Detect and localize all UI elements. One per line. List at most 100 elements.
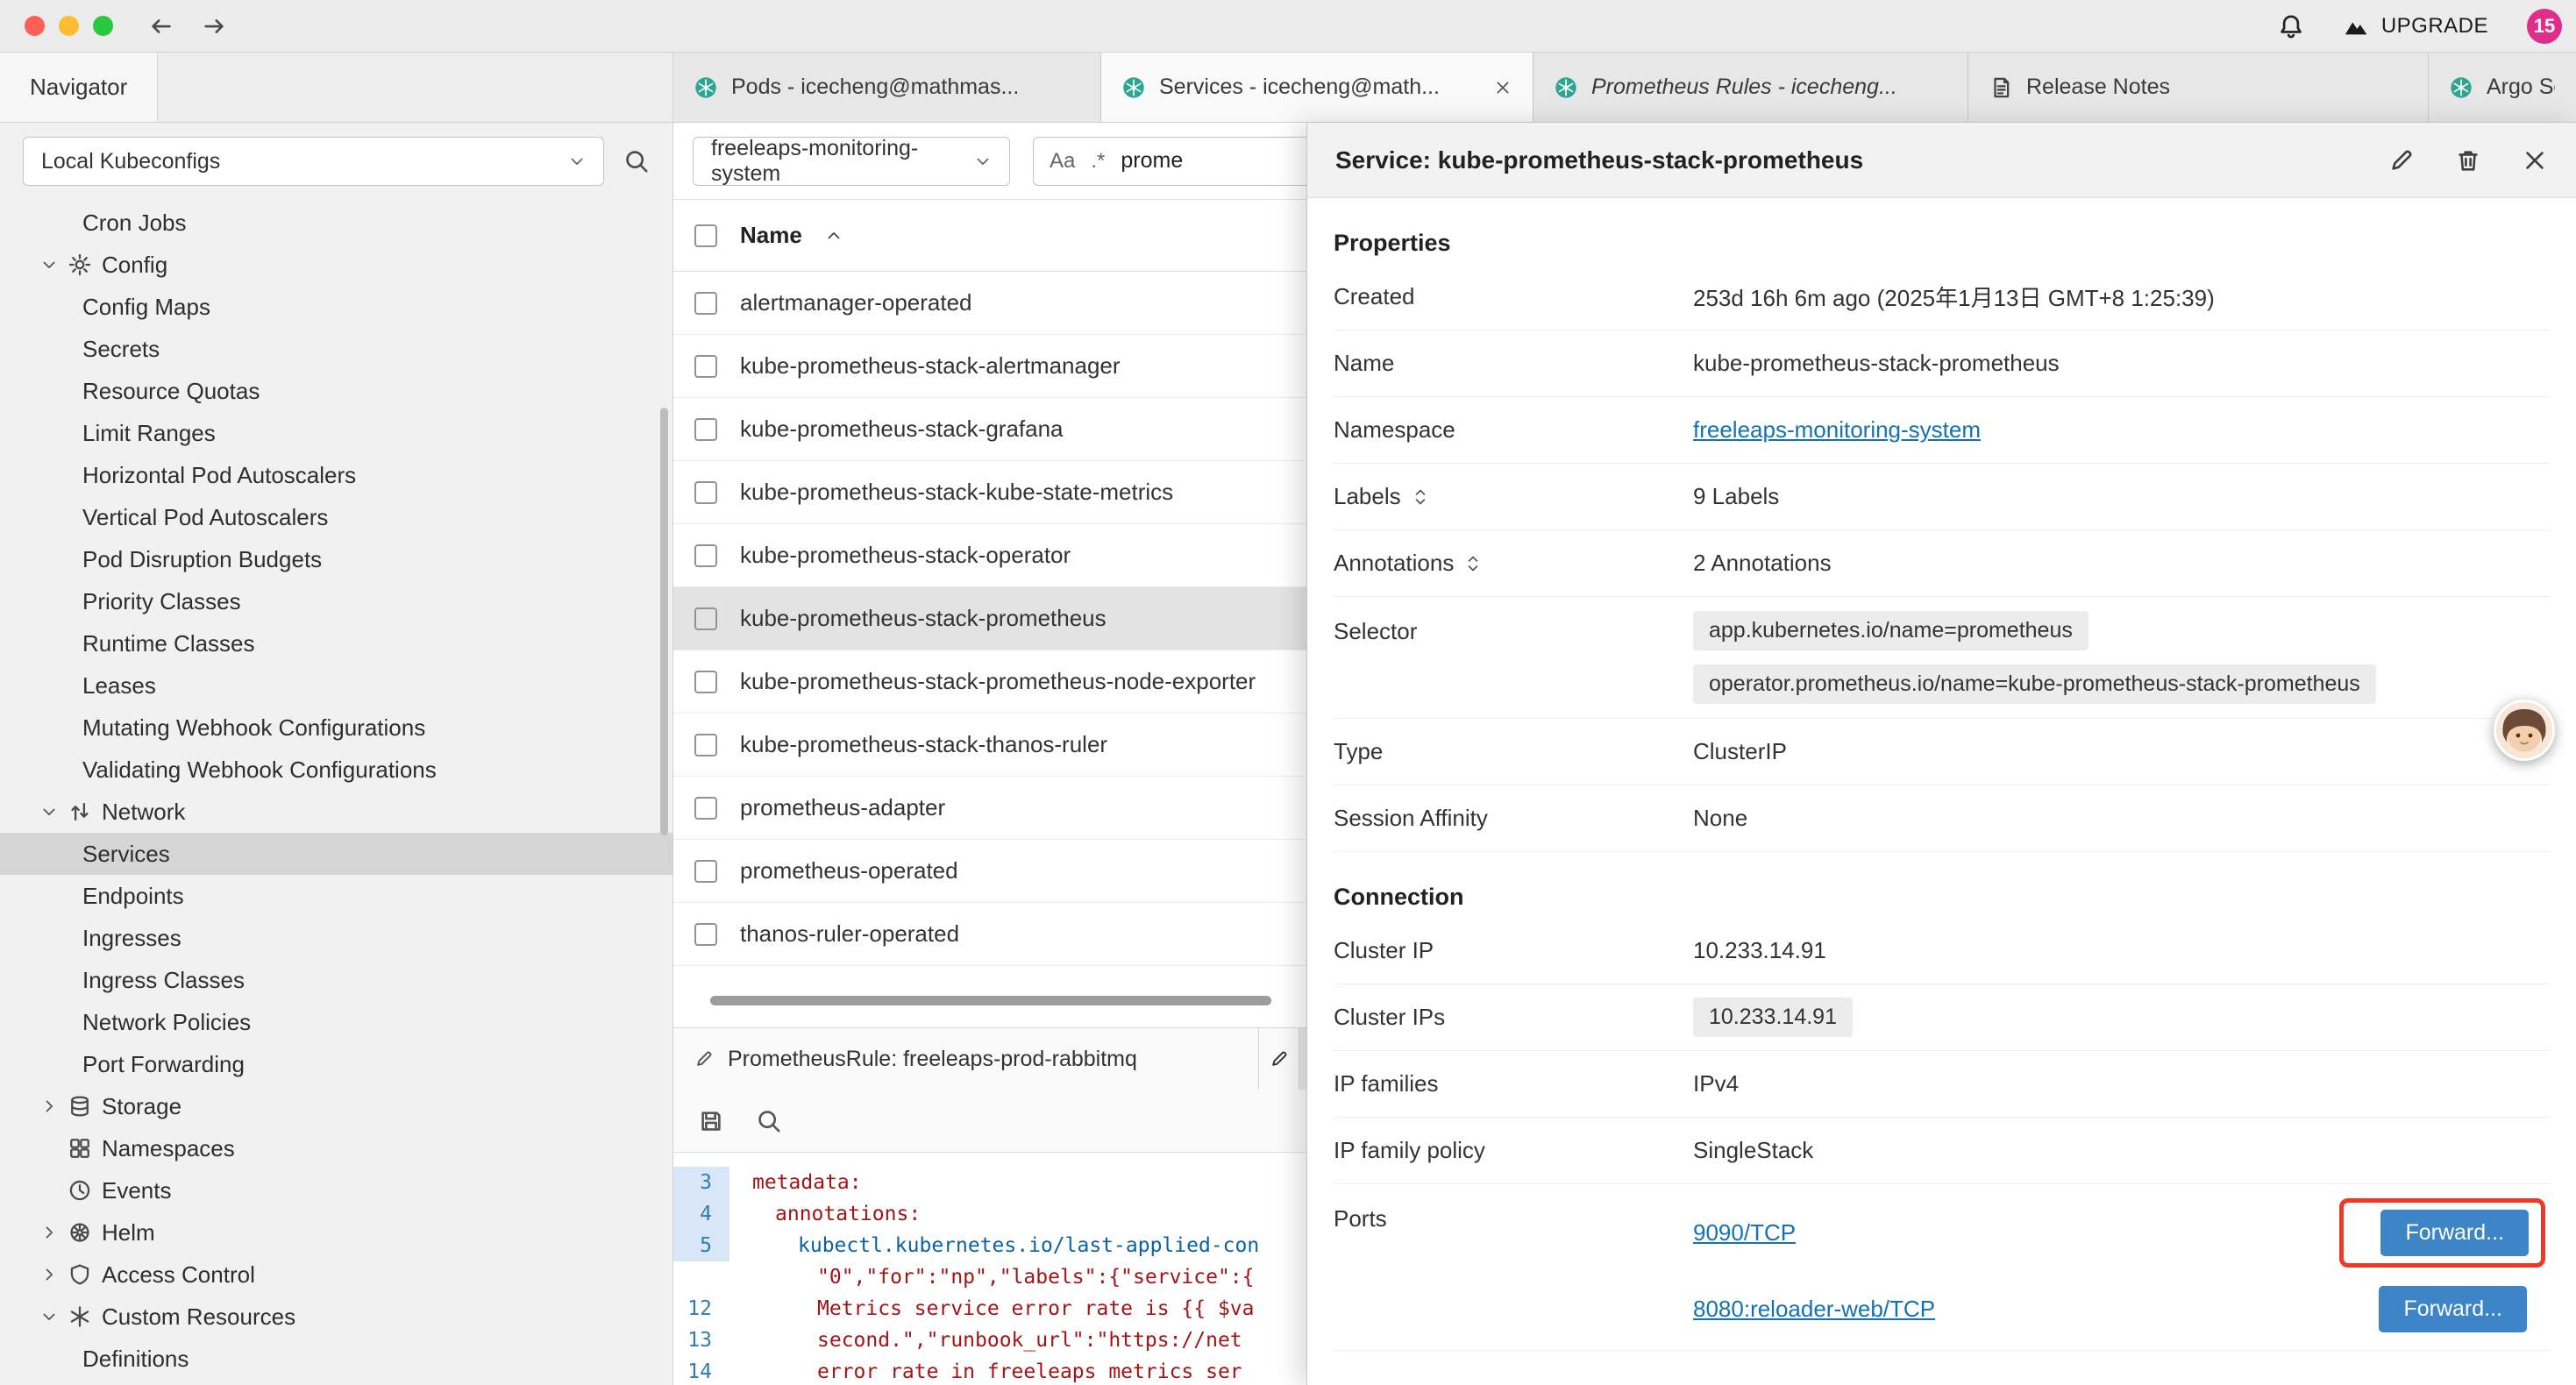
dock-tab-prometheusrule[interactable]: PrometheusRule: freeleaps-prod-rabbitmq [673, 1028, 1259, 1090]
drawer-row-value-text: 10.233.14.91 [1693, 937, 1826, 964]
sidebar-item-leases[interactable]: Leases [0, 664, 672, 707]
sidebar-item-config-maps[interactable]: Config Maps [0, 286, 672, 328]
sidebar-item-mutating-webhook-configurations[interactable]: Mutating Webhook Configurations [0, 707, 672, 749]
sort-toggle-icon[interactable] [1464, 555, 1482, 572]
drawer-body: PropertiesCreated253d 16h 6m ago (2025年1… [1307, 198, 2576, 1385]
sidebar-item-storage[interactable]: Storage [0, 1085, 672, 1127]
row-checkbox[interactable] [694, 734, 717, 756]
row-checkbox[interactable] [694, 860, 717, 883]
drawer-title: Service: kube-prometheus-stack-prometheu… [1335, 146, 2348, 174]
sidebar-item-resource-quotas[interactable]: Resource Quotas [0, 370, 672, 412]
sidebar-item-network-policies[interactable]: Network Policies [0, 1001, 672, 1043]
sidebar-item-endpoints[interactable]: Endpoints [0, 875, 672, 917]
window-zoom-button[interactable] [93, 16, 113, 36]
kubeconfig-selector[interactable]: Local Kubeconfigs [23, 137, 604, 186]
sidebar-item-horizontal-pod-autoscalers[interactable]: Horizontal Pod Autoscalers [0, 454, 672, 496]
regex-toggle[interactable]: .* [1091, 149, 1105, 174]
editor-search-icon[interactable] [756, 1108, 782, 1134]
chevron-right-icon[interactable] [40, 1266, 58, 1283]
chevron-down-icon[interactable] [40, 803, 58, 820]
sidebar-item-label: Helm [102, 1219, 155, 1246]
tab-pods-icecheng-mathmas[interactable]: Pods - icecheng@mathmas... [673, 53, 1101, 122]
back-button[interactable] [148, 13, 174, 39]
sidebar-item-network[interactable]: Network [0, 791, 672, 833]
notification-count-badge[interactable]: 15 [2527, 9, 2562, 44]
sidebar-item-namespaces[interactable]: Namespaces [0, 1127, 672, 1169]
dock-tab-partial[interactable] [1259, 1028, 1299, 1090]
row-checkbox[interactable] [694, 607, 717, 630]
forward-button[interactable]: Forward... [2379, 1286, 2527, 1332]
sidebar-scrollbar[interactable] [660, 408, 668, 835]
sidebar-item-ingresses[interactable]: Ingresses [0, 917, 672, 959]
row-checkbox[interactable] [694, 797, 717, 820]
cluster-icon [1122, 76, 1145, 99]
sidebar-item-events[interactable]: Events [0, 1169, 672, 1211]
sidebar-item-port-forwarding[interactable]: Port Forwarding [0, 1043, 672, 1085]
sidebar-item-validating-webhook-configurations[interactable]: Validating Webhook Configurations [0, 749, 672, 791]
row-checkbox[interactable] [694, 418, 717, 441]
service-name: kube-prometheus-stack-alertmanager [740, 352, 1121, 380]
horizontal-scrollbar[interactable] [710, 996, 1271, 1005]
tab-argo-se[interactable]: Argo Se [2429, 53, 2576, 122]
chevron-right-icon[interactable] [40, 1097, 58, 1115]
namespace-link[interactable]: freeleaps-monitoring-system [1693, 416, 1981, 444]
save-icon[interactable] [698, 1108, 724, 1134]
sidebar-item-secrets[interactable]: Secrets [0, 328, 672, 370]
sidebar-item-access-control[interactable]: Access Control [0, 1254, 672, 1296]
port-link[interactable]: 8080:reloader-web/TCP [1693, 1296, 1935, 1323]
row-checkbox[interactable] [694, 355, 717, 378]
namespaces-icon [68, 1137, 91, 1160]
match-case-toggle[interactable]: Aa [1050, 149, 1075, 174]
sort-ascending-icon[interactable] [825, 227, 843, 245]
navigator-tab[interactable]: Navigator [0, 53, 158, 122]
sidebar-item-definitions[interactable]: Definitions [0, 1338, 672, 1380]
drawer-row-value-text: 253d 16h 6m ago (2025年1月13日 GMT+8 1:25:3… [1693, 281, 2215, 313]
name-column-header[interactable]: Name [740, 222, 802, 249]
row-checkbox[interactable] [694, 923, 717, 946]
close-button[interactable] [2522, 147, 2548, 174]
chevron-right-icon[interactable] [40, 1224, 58, 1241]
service-name: prometheus-adapter [740, 794, 945, 821]
window-close-button[interactable] [25, 16, 45, 36]
avatar[interactable] [2494, 700, 2555, 761]
window-minimize-button[interactable] [59, 16, 79, 36]
row-checkbox[interactable] [694, 292, 717, 315]
tab-close-icon[interactable] [1494, 79, 1512, 96]
delete-button[interactable] [2455, 147, 2481, 174]
tab-release-notes[interactable]: Release Notes [1968, 53, 2429, 122]
upgrade-button[interactable]: UPGRADE [2343, 13, 2488, 39]
sidebar-search-icon[interactable] [623, 148, 650, 174]
tab-prometheus-rules-icecheng[interactable]: Prometheus Rules - icecheng... [1534, 53, 1968, 122]
editor-code: error rate in freeleaps metrics ser [729, 1356, 1242, 1385]
service-name: kube-prometheus-stack-operator [740, 542, 1071, 569]
drawer-row-annotations: Annotations2 Annotations [1334, 530, 2550, 597]
sidebar-item-services[interactable]: Services [0, 833, 672, 875]
sidebar-item-helm[interactable]: Helm [0, 1211, 672, 1254]
sidebar-item-priority-classes[interactable]: Priority Classes [0, 580, 672, 622]
port-link[interactable]: 9090/TCP [1693, 1219, 1796, 1246]
row-checkbox[interactable] [694, 481, 717, 504]
forward-button[interactable] [201, 13, 227, 39]
namespace-selector[interactable]: freeleaps-monitoring-system [693, 137, 1010, 186]
sidebar-item-pod-disruption-budgets[interactable]: Pod Disruption Budgets [0, 538, 672, 580]
chevron-down-icon[interactable] [40, 1308, 58, 1325]
sidebar-item-vertical-pod-autoscalers[interactable]: Vertical Pod Autoscalers [0, 496, 672, 538]
sidebar-item-ingress-classes[interactable]: Ingress Classes [0, 959, 672, 1001]
sidebar-item-runtime-classes[interactable]: Runtime Classes [0, 622, 672, 664]
edit-button[interactable] [2388, 147, 2415, 174]
sidebar-item-label: Storage [102, 1093, 181, 1120]
sidebar-item-label: Priority Classes [82, 588, 241, 615]
forward-button[interactable]: Forward... [2380, 1210, 2529, 1256]
row-checkbox[interactable] [694, 544, 717, 567]
sidebar-item-custom-resources[interactable]: Custom Resources [0, 1296, 672, 1338]
sidebar-item-cron-jobs[interactable]: Cron Jobs [0, 202, 672, 244]
sort-toggle-icon[interactable] [1412, 488, 1429, 506]
chevron-down-icon[interactable] [40, 256, 58, 273]
row-checkbox[interactable] [694, 671, 717, 693]
sidebar-item-limit-ranges[interactable]: Limit Ranges [0, 412, 672, 454]
notifications-bell-icon[interactable] [2278, 13, 2304, 39]
select-all-checkbox[interactable] [694, 224, 717, 247]
sidebar-item-config[interactable]: Config [0, 244, 672, 286]
tab-services-icecheng-math[interactable]: Services - icecheng@math... [1101, 53, 1534, 122]
drawer-row-labels: Labels9 Labels [1334, 464, 2550, 530]
